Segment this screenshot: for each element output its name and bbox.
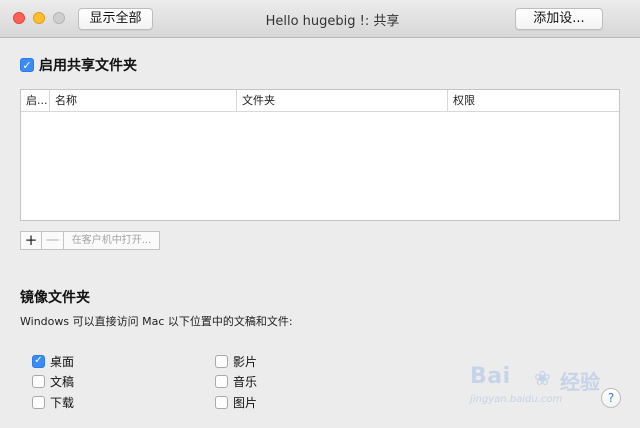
mirror-option-documents[interactable]: 文稿: [32, 373, 74, 389]
minimize-window-button[interactable]: [33, 12, 45, 24]
mirror-option-downloads[interactable]: 下载: [32, 394, 74, 410]
add-settings-button[interactable]: 添加设...: [515, 8, 603, 30]
baidu-paw-icon: ❀: [534, 366, 551, 390]
show-all-button[interactable]: 显示全部: [78, 8, 153, 30]
column-header-name[interactable]: 名称: [49, 90, 236, 111]
checkmark-icon: ✓: [34, 355, 43, 366]
zoom-window-button: [53, 12, 65, 24]
mirror-desktop-checkbox[interactable]: ✓: [32, 354, 45, 368]
mirror-downloads-label: 下载: [50, 395, 75, 410]
add-folder-button[interactable]: +: [20, 231, 42, 250]
mirror-documents-label: 文稿: [50, 374, 75, 389]
mirror-option-music[interactable]: 音乐: [215, 373, 257, 389]
mirror-desktop-label: 桌面: [50, 354, 75, 369]
table-header: 启... 名称 文件夹 权限: [21, 90, 619, 112]
window-title: Hello hugebig !: 共享: [265, 14, 400, 29]
mirror-pictures-label: 图片: [233, 395, 258, 410]
mirror-option-movies[interactable]: 影片: [215, 353, 257, 369]
mirror-documents-checkbox[interactable]: [32, 374, 45, 388]
checkmark-icon: ✓: [22, 58, 32, 72]
watermark-url: jingyan.baidu.com: [470, 394, 563, 405]
title-bar: 显示全部 Hello hugebig !: 共享 添加设...: [0, 0, 640, 38]
enable-sharing-label: 启用共享文件夹: [39, 58, 137, 74]
mirror-folders-title: 镜像文件夹: [20, 290, 90, 306]
enable-sharing-checkbox[interactable]: ✓: [20, 58, 34, 72]
watermark-logo-cn: 经验: [560, 370, 600, 394]
mirror-music-checkbox[interactable]: [215, 374, 228, 388]
mirror-downloads-checkbox[interactable]: [32, 395, 45, 409]
baidu-jingyan-watermark: Bai ❀ 经验 jingyan.baidu.com: [470, 364, 610, 410]
close-window-button[interactable]: [13, 12, 25, 24]
mirror-option-pictures[interactable]: 图片: [215, 394, 257, 410]
open-on-client-button: 在客户机中打开...: [64, 231, 160, 250]
column-header-permission[interactable]: 权限: [447, 90, 619, 111]
mirror-music-label: 音乐: [233, 374, 258, 389]
mirror-pictures-checkbox[interactable]: [215, 395, 228, 409]
help-button[interactable]: ?: [601, 388, 621, 408]
mirror-movies-label: 影片: [233, 354, 258, 369]
column-header-enabled[interactable]: 启...: [21, 90, 49, 111]
shared-folders-table[interactable]: 启... 名称 文件夹 权限: [20, 89, 620, 221]
mirror-folders-description: Windows 可以直接访问 Mac 以下位置中的文稿和文件:: [20, 315, 293, 328]
enable-sharing-row[interactable]: ✓ 启用共享文件夹: [20, 56, 137, 74]
watermark-logo-text: Bai: [470, 364, 511, 389]
table-toolbar: + — 在客户机中打开...: [20, 231, 160, 250]
sharing-preferences-window: 显示全部 Hello hugebig !: 共享 添加设... ✓ 启用共享文件…: [0, 0, 640, 428]
column-header-folder[interactable]: 文件夹: [236, 90, 447, 111]
mirror-option-desktop[interactable]: ✓ 桌面: [32, 353, 74, 369]
mirror-movies-checkbox[interactable]: [215, 354, 228, 368]
remove-folder-button: —: [42, 231, 64, 250]
